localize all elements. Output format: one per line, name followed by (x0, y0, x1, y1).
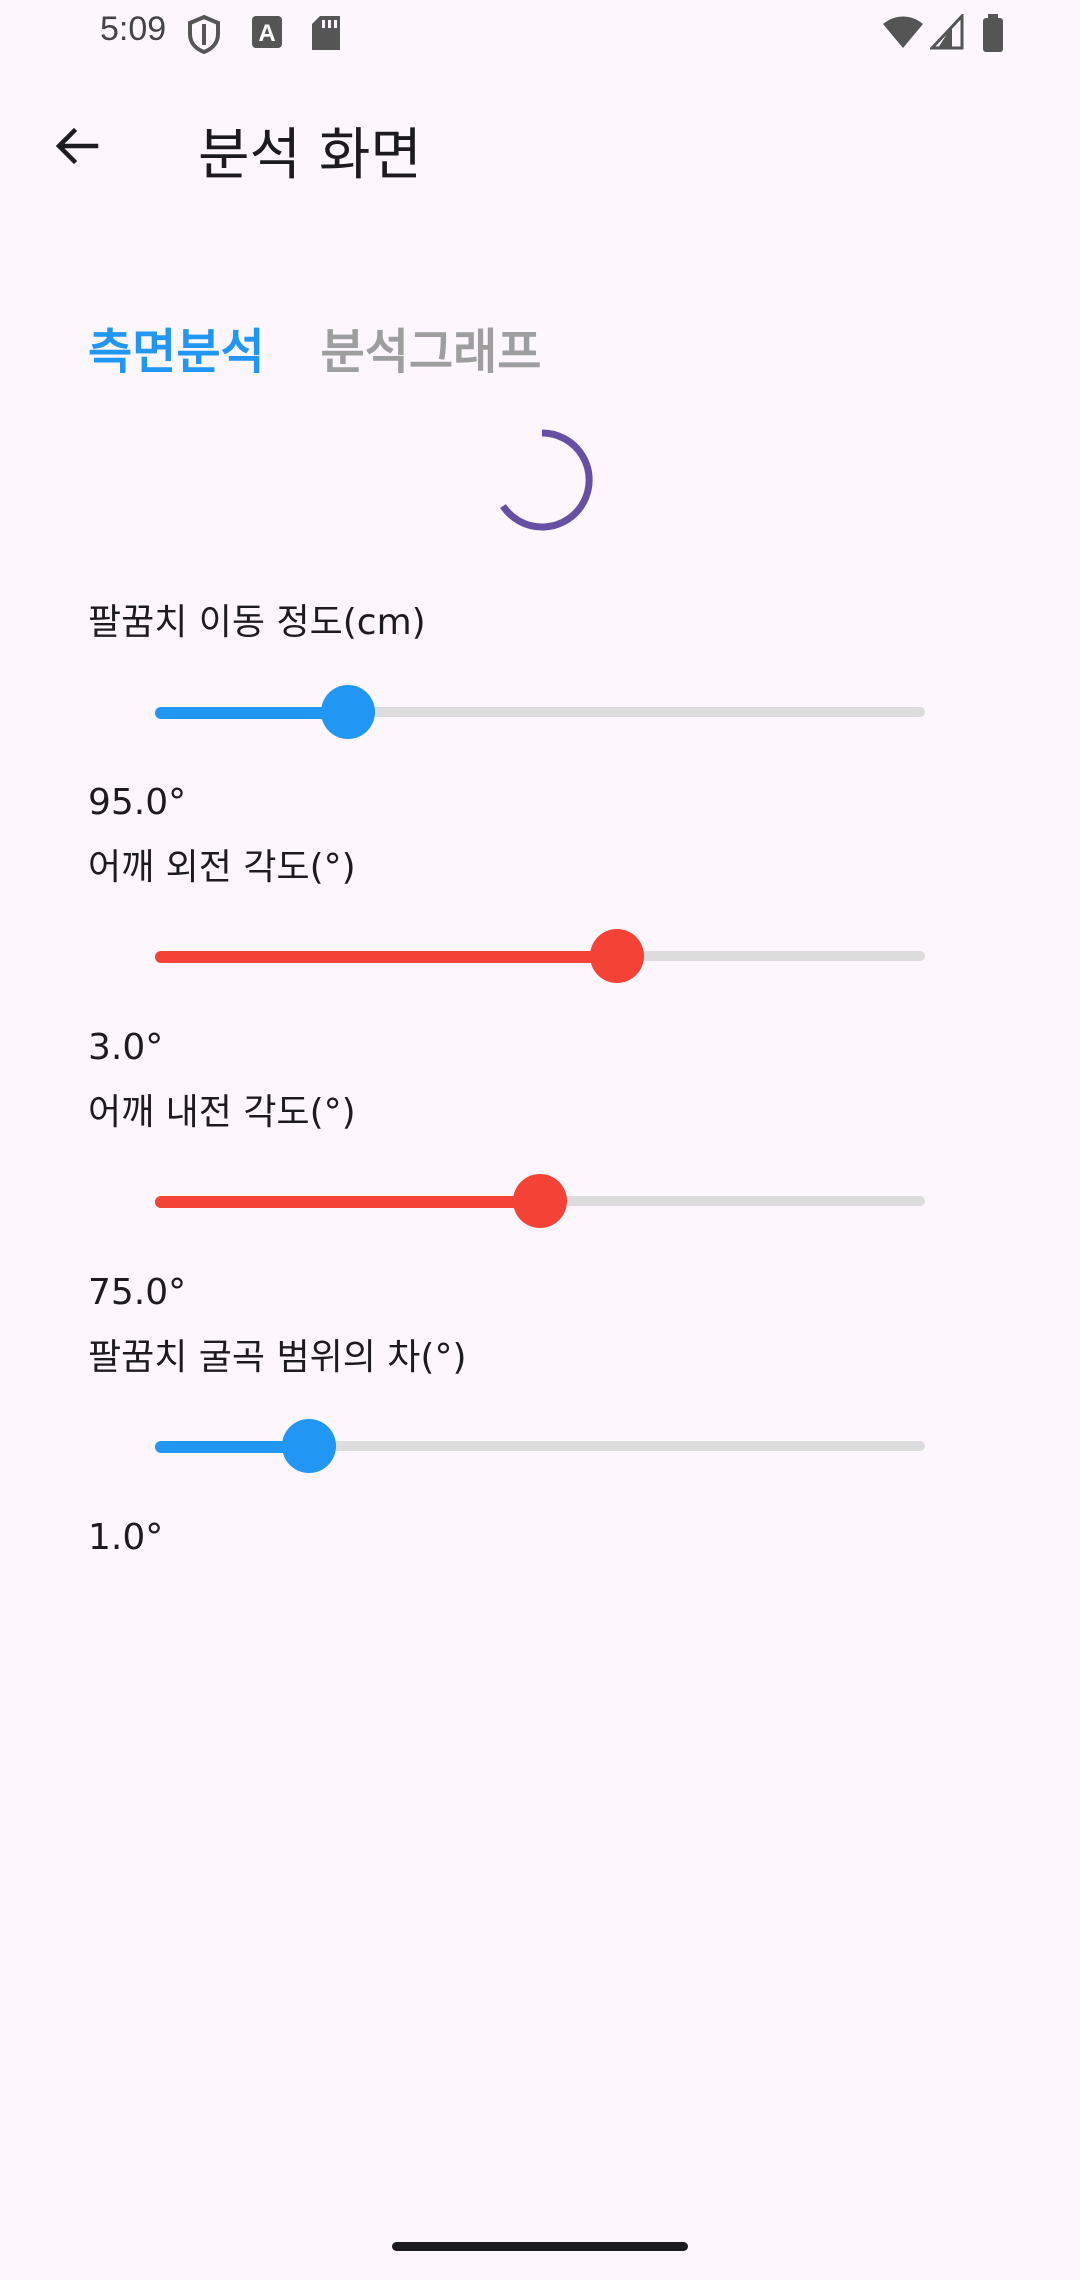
font-a-icon: A (252, 16, 282, 48)
slider-active-track (155, 1196, 540, 1208)
loading-spinner (500, 429, 593, 531)
slider-thumb[interactable] (513, 1174, 567, 1228)
analysis-screen: 5:09 A 분석 화면 측면분석 분석그래프 팔꿈치 이동 정도(cm) 95… (0, 0, 1080, 2280)
slider-thumb[interactable] (320, 685, 375, 739)
page-title: 분석 화면 (198, 123, 422, 188)
shoulder-adduction-label: 어깨 내전 각도(°) (88, 1092, 356, 1133)
svg-text:A: A (258, 20, 275, 47)
tab-bar: 측면분석 분석그래프 (88, 312, 541, 382)
slider-thumb[interactable] (590, 929, 644, 983)
elbow-flexion-diff-label: 팔꿈치 굴곡 범위의 차(°) (88, 1337, 467, 1378)
slider-thumb[interactable] (282, 1419, 336, 1473)
back-button[interactable] (38, 108, 114, 184)
arrow-back-icon (55, 127, 99, 165)
elbow-movement-slider[interactable] (155, 682, 925, 742)
elbow-movement-value: 95.0° (88, 782, 187, 823)
shoulder-adduction-slider[interactable] (155, 1171, 925, 1231)
elbow-flexion-diff-value: 1.0° (88, 1517, 164, 1558)
slider-active-track (155, 951, 617, 963)
shoulder-abduction-slider[interactable] (155, 926, 925, 986)
sd-card-icon (312, 16, 340, 50)
elbow-movement-label: 팔꿈치 이동 정도(cm) (88, 602, 426, 643)
shoulder-abduction-label: 어깨 외전 각도(°) (88, 847, 356, 888)
status-time: 5:09 (100, 10, 167, 48)
app-bar: 분석 화면 (0, 80, 1080, 205)
home-indicator[interactable] (392, 2242, 688, 2251)
slider-active-track (155, 707, 348, 719)
signal-icon (930, 14, 964, 50)
wifi-icon (883, 16, 923, 48)
elbow-flexion-diff-slider[interactable] (155, 1416, 925, 1476)
battery-icon (983, 14, 1003, 52)
shoulder-adduction-value: 75.0° (88, 1272, 187, 1313)
status-bar: 5:09 A (0, 0, 1080, 66)
tab-side-analysis[interactable]: 측면분석 (88, 312, 265, 382)
tab-analysis-graph[interactable]: 분석그래프 (321, 312, 542, 382)
shoulder-abduction-value: 3.0° (88, 1027, 164, 1068)
shield-icon (188, 14, 220, 54)
